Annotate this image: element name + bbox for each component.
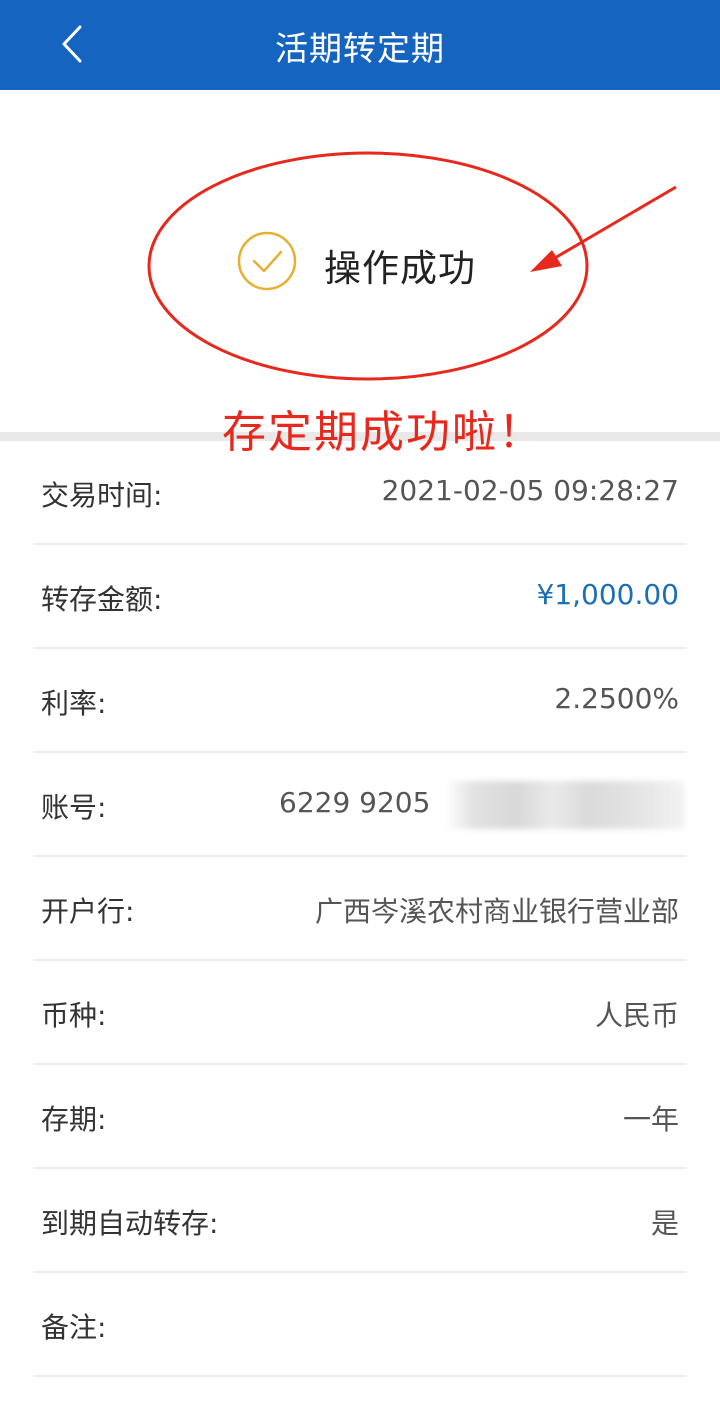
detail-row-rate: 利率: 2.2500% [33,649,687,753]
detail-label: 到期自动转存: [41,1207,219,1240]
detail-label: 利率: [41,687,107,720]
detail-value: 2.2500% [554,682,679,715]
detail-label: 备注: [41,1311,107,1344]
redaction-blur [445,781,685,829]
detail-value: 是 [650,1207,679,1240]
detail-row-bank: 开户行: 广西岑溪农村商业银行营业部 [33,857,687,961]
detail-label: 币种: [41,999,107,1032]
detail-row-term: 存期: 一年 [33,1065,687,1169]
detail-row-currency: 币种: 人民币 [33,961,687,1065]
app-header: 活期转定期 [0,0,720,90]
detail-value: 人民币 [594,999,679,1032]
page: 活期转定期 操作成功 存定期成功啦！ 交易时间: 2021-02-05 09:2… [0,0,720,1421]
detail-label: 账号: [41,791,107,824]
detail-label: 开户行: [41,895,135,928]
check-circle-icon [237,231,297,291]
success-message: 操作成功 [324,247,476,290]
detail-label: 交易时间: [41,479,163,512]
annotation-text: 存定期成功啦！ [222,407,544,458]
detail-value: 广西岑溪农村商业银行营业部 [314,895,679,928]
detail-label: 存期: [41,1103,107,1136]
detail-value: ¥1,000.00 [536,578,679,611]
detail-row-remark: 备注: [33,1273,687,1377]
page-title: 活期转定期 [275,29,445,68]
detail-row-account: 账号: 6229 9205 [33,753,687,857]
transaction-details: 交易时间: 2021-02-05 09:28:27 转存金额: ¥1,000.0… [0,441,720,1377]
detail-value: 6229 9205 [279,786,431,819]
detail-value: 2021-02-05 09:28:27 [381,474,679,507]
detail-row-amount: 转存金额: ¥1,000.00 [33,545,687,649]
success-area: 操作成功 [0,90,720,432]
detail-value: 一年 [622,1103,679,1136]
detail-label: 转存金额: [41,583,163,616]
detail-row-auto-renew: 到期自动转存: 是 [33,1169,687,1273]
